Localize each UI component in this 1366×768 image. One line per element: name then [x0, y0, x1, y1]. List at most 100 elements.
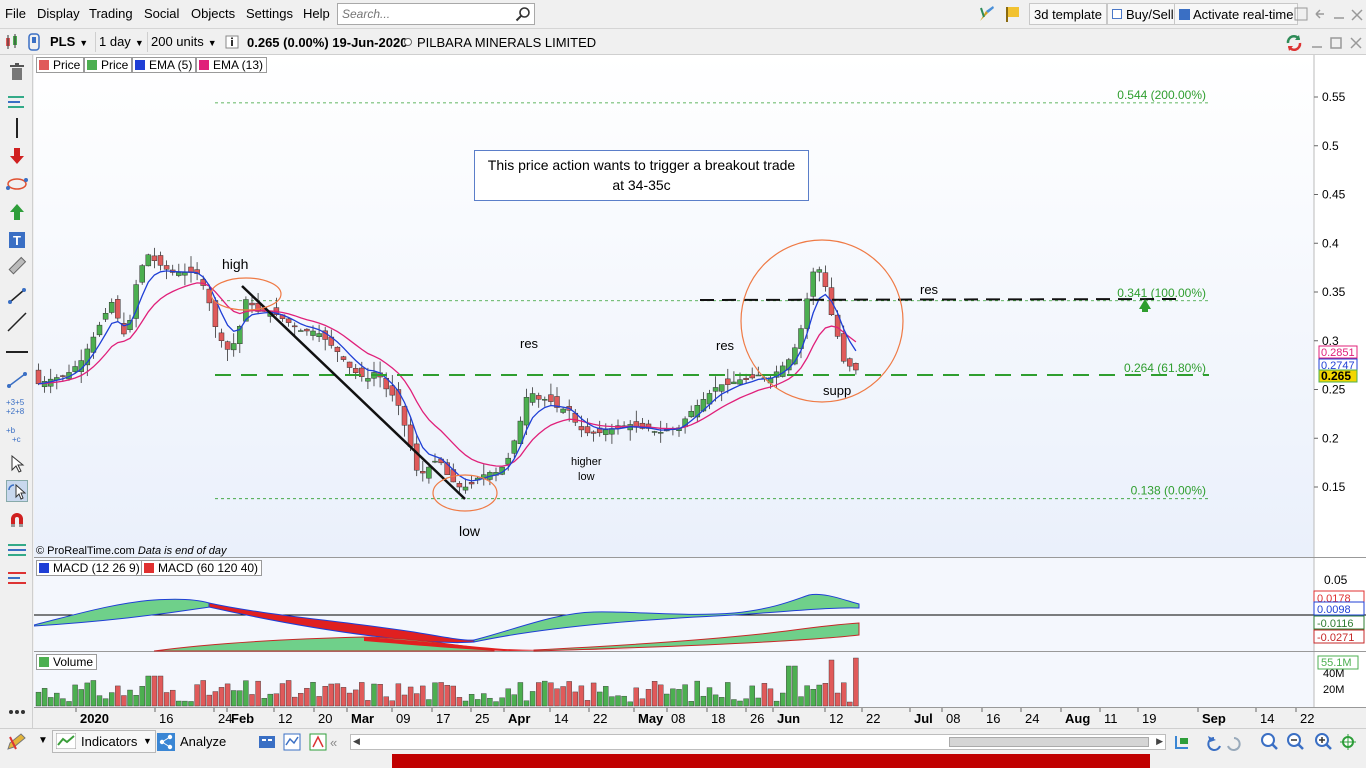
volume-bar — [169, 689, 176, 707]
vertical-line-icon[interactable] — [6, 117, 28, 139]
sell-arrow-icon[interactable] — [6, 145, 28, 167]
buy-sell-button[interactable]: Buy/Sell — [1107, 3, 1179, 25]
svg-text:+b: +b — [6, 426, 16, 435]
volume-bar — [353, 689, 359, 707]
flag-icon[interactable] — [1004, 5, 1022, 23]
ruler-icon[interactable] — [6, 255, 28, 277]
candle-body — [743, 377, 749, 380]
volume-bar — [115, 685, 121, 707]
layers-icon[interactable] — [6, 539, 28, 561]
candle-body — [401, 406, 408, 426]
volume-bar — [676, 689, 682, 707]
candles-icon[interactable] — [4, 34, 20, 50]
volume-bar — [780, 692, 786, 707]
trendline-icon[interactable] — [6, 311, 28, 333]
label-res-may[interactable]: res — [716, 338, 734, 353]
timeline-scrollbar[interactable]: ◀ ▶ — [350, 734, 1166, 750]
label-res-april[interactable]: res — [520, 336, 538, 351]
share-icon[interactable] — [157, 733, 175, 751]
candle-body — [560, 408, 566, 413]
selection-cursor-icon[interactable] — [6, 480, 28, 502]
horizontal-line-icon[interactable] — [6, 341, 28, 363]
channel-tool-icon[interactable] — [6, 369, 28, 391]
menu-display[interactable]: Display — [37, 6, 80, 21]
volume-bar — [712, 694, 719, 707]
legend-price-up[interactable]: Price — [84, 57, 133, 73]
chart-area[interactable]: 0.544 (200.00%) 0.341 (100.00%) 0.264 (61.… — [34, 55, 1366, 728]
search-icon[interactable] — [515, 6, 531, 22]
horizontal-lines-icon[interactable] — [6, 91, 28, 113]
candle-body — [542, 399, 548, 401]
candle-body — [151, 255, 158, 261]
fibonacci-icon[interactable]: +3+5 +2+8 — [6, 395, 28, 417]
pencil-icon[interactable] — [6, 733, 28, 751]
chart-tools-icon[interactable]: « — [258, 733, 338, 751]
label-supp[interactable]: supp — [823, 383, 851, 398]
volume-bar — [694, 680, 700, 707]
more-tools-icon[interactable] — [6, 701, 28, 723]
candle-body — [462, 486, 469, 491]
trash-icon[interactable] — [6, 61, 28, 83]
indicators-button[interactable]: Indicators ▼ — [52, 730, 156, 753]
volume-bar — [267, 693, 274, 707]
label-res-breakout[interactable]: res — [920, 282, 938, 297]
link-icon[interactable] — [26, 33, 42, 51]
refresh-icon[interactable] — [1285, 34, 1303, 52]
scroll-left-icon[interactable]: ◀ — [353, 736, 360, 747]
legend-volume[interactable]: Volume — [36, 654, 98, 670]
text-tool-icon[interactable]: T — [6, 229, 28, 251]
volume-bar — [767, 688, 774, 707]
timeframe-select[interactable]: 1 day ▼ — [95, 32, 144, 52]
menu-social[interactable]: Social — [144, 6, 179, 21]
zoom-controls-icon[interactable] — [1172, 732, 1362, 752]
fibonacci-fan-icon[interactable]: +b +c — [6, 423, 28, 445]
menu-help[interactable]: Help — [303, 6, 330, 21]
magnet-icon[interactable] — [6, 509, 28, 531]
legend-price-down[interactable]: Price — [36, 57, 85, 73]
volume-bar — [432, 682, 438, 707]
panel-controls-icon[interactable] — [1310, 36, 1364, 50]
activate-realtime-button[interactable]: Activate real-time — [1174, 3, 1299, 25]
template-button[interactable]: 3d template — [1029, 3, 1107, 25]
cursor-icon[interactable] — [6, 453, 28, 475]
pencil-dropdown-icon[interactable]: ▼ — [38, 735, 48, 746]
candle-body — [346, 361, 353, 368]
search-input[interactable] — [338, 4, 508, 24]
menu-settings[interactable]: Settings — [246, 6, 293, 21]
annotation-box[interactable]: This price action wants to trigger a bre… — [474, 150, 809, 201]
legend-macd-12-26-9[interactable]: MACD (12 26 9) — [36, 560, 144, 576]
alert-lines-icon[interactable] — [6, 567, 28, 589]
ellipse-tool-icon[interactable] — [6, 173, 28, 195]
scrollbar-thumb[interactable] — [949, 737, 1149, 747]
buy-arrow-icon[interactable] — [6, 201, 28, 223]
info-icon[interactable] — [225, 35, 239, 49]
legend-ema13[interactable]: EMA (13) — [196, 57, 268, 73]
volume-bar — [96, 695, 103, 707]
legend-macd-60-120-40[interactable]: MACD (60 120 40) — [141, 560, 263, 576]
volume-bar — [444, 685, 450, 707]
label-high[interactable]: high — [222, 256, 248, 272]
swatch — [39, 563, 49, 573]
volume-bar — [773, 700, 780, 707]
label-low[interactable]: low — [459, 523, 480, 539]
paintbrush-icon[interactable] — [978, 5, 996, 23]
fib-label: 0.138 (0.00%) — [1131, 484, 1206, 498]
volume-bar — [743, 698, 749, 707]
menu-file[interactable]: File — [5, 6, 26, 21]
window-controls-icon[interactable] — [1294, 6, 1364, 22]
ticker-select[interactable]: PLS ▼ — [47, 32, 88, 52]
analyze-button[interactable]: Analyze — [180, 734, 226, 749]
segment-tool-icon[interactable] — [6, 285, 28, 307]
units-select[interactable]: 200 units ▼ — [147, 32, 217, 52]
volume-bar — [334, 683, 341, 707]
volume-bar — [572, 691, 578, 707]
scroll-right-icon[interactable]: ▶ — [1156, 736, 1163, 747]
date-tick-label: 09 — [396, 711, 410, 726]
label-higher-low[interactable]: higher low — [571, 455, 602, 485]
menu-objects[interactable]: Objects — [191, 6, 235, 21]
date-tick-label: 08 — [946, 711, 960, 726]
menu-trading[interactable]: Trading — [89, 6, 133, 21]
date-tick-label: 19 — [1142, 711, 1156, 726]
date-tick-label: 25 — [475, 711, 489, 726]
legend-ema5[interactable]: EMA (5) — [132, 57, 197, 73]
